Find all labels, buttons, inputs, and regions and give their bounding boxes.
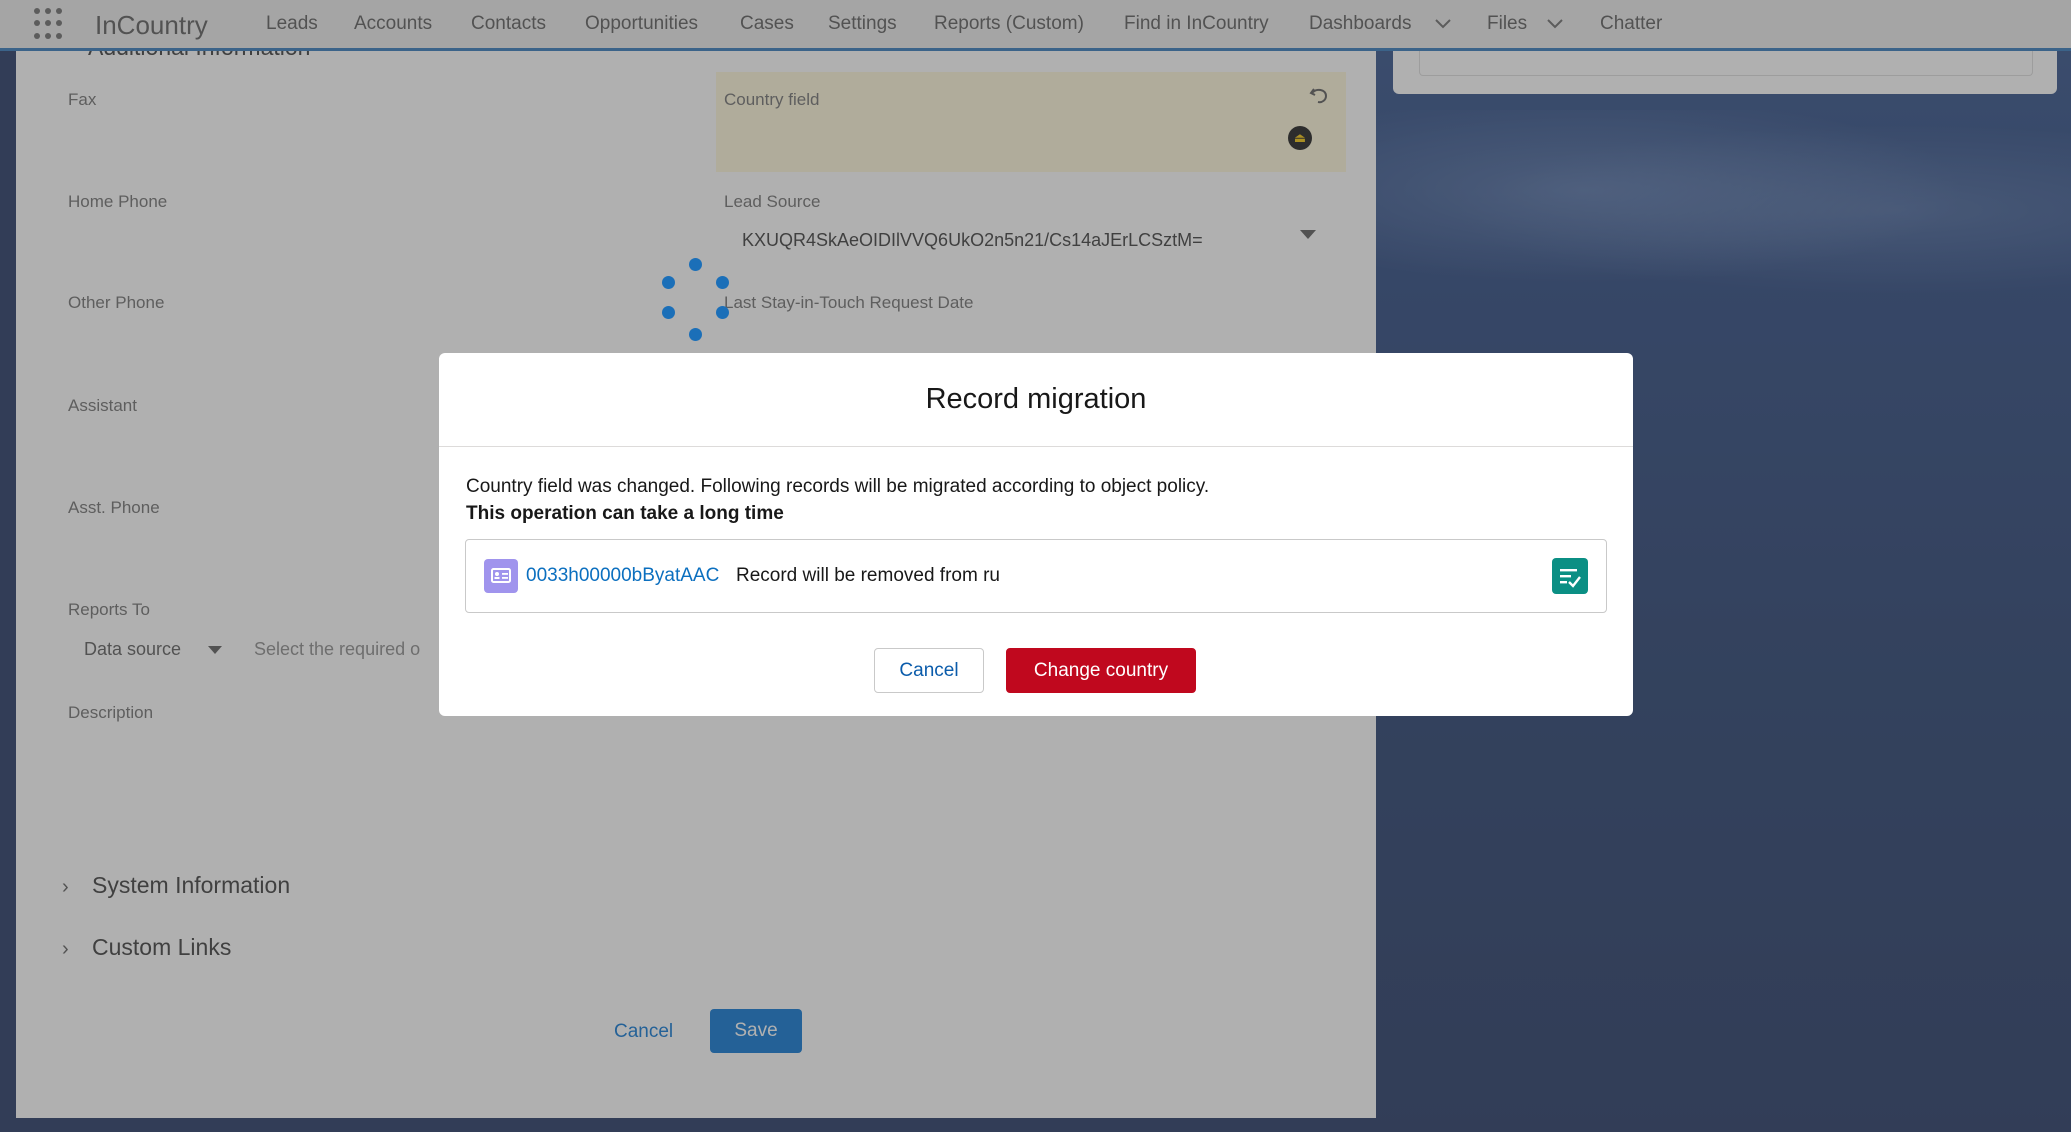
- record-status-text: Record will be removed from ru: [736, 565, 1000, 586]
- migration-record-item: 0033h00000bByatAAC Record will be remove…: [465, 539, 1607, 613]
- contact-icon: [484, 559, 518, 593]
- record-id-link[interactable]: 0033h00000bByatAAC: [526, 565, 719, 587]
- modal-title: Record migration: [439, 353, 1633, 447]
- modal-warning: This operation can take a long time: [466, 503, 784, 524]
- loading-spinner-icon: [660, 258, 730, 344]
- record-migration-modal: Record migration Country field was chang…: [439, 353, 1633, 716]
- modal-message: Country field was changed. Following rec…: [466, 476, 1210, 497]
- change-country-button[interactable]: Change country: [1006, 648, 1196, 693]
- cancel-button[interactable]: Cancel: [874, 648, 984, 693]
- migration-status-icon: [1552, 558, 1588, 594]
